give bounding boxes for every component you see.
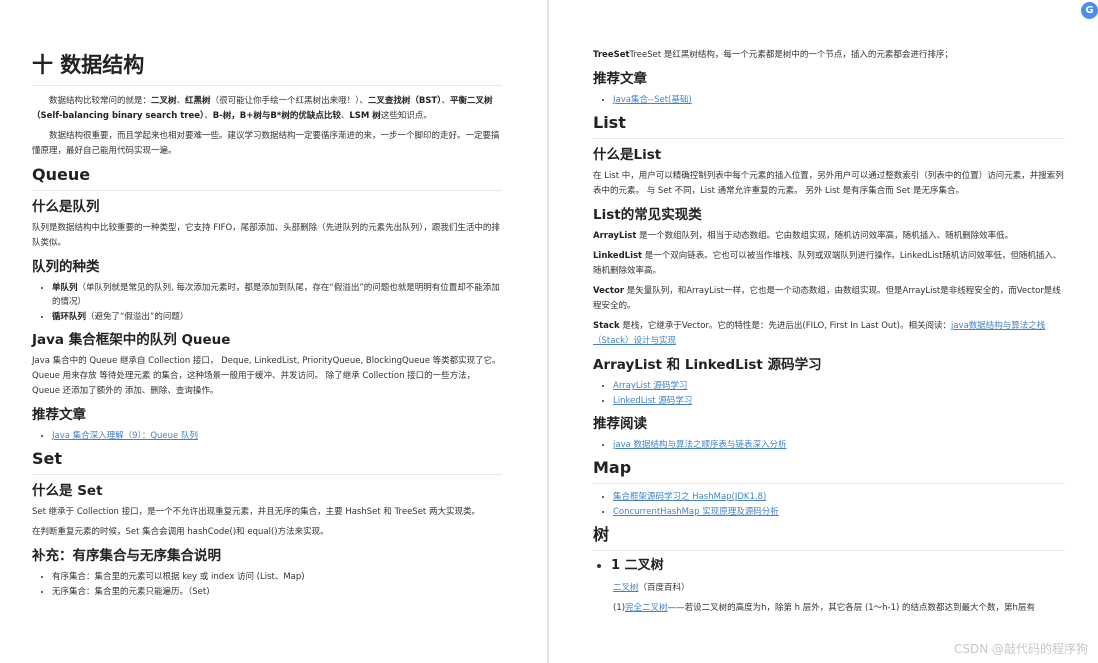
intro-paragraph-2: 数据结构很重要，而且学起来也相对要难一些。建议学习数据结构一定要循序渐进的来，一…	[32, 129, 502, 159]
linkedlist-source-link[interactable]: LinkedList 源码学习	[613, 396, 692, 406]
hashmap-link[interactable]: 集合框架源码学习之 HashMap(JDK1.8)	[613, 492, 766, 502]
list-item: ArrayList 源码学习	[613, 379, 1065, 393]
list-item: 有序集合：集合里的元素可以根据 key 或 index 访问 (List、Map…	[52, 570, 502, 584]
list-read-list: java 数据结构与算法之顺序表与链表深入分析	[613, 438, 1065, 452]
list-item: ConcurrentHashMap 实现原理及源码分析	[613, 505, 1065, 519]
list-item: Java 集合深入理解（9）：Queue 队列	[52, 429, 502, 443]
concurrenthashmap-link[interactable]: ConcurrentHashMap 实现原理及源码分析	[613, 507, 779, 517]
list-item: LinkedList 源码学习	[613, 394, 1065, 408]
list-read-link[interactable]: java 数据结构与算法之顺序表与链表深入分析	[613, 440, 787, 450]
set-recommend-heading: 推荐文章	[593, 69, 1065, 89]
list-item: 无序集合：集合里的元素只能遍历。（Set)	[52, 585, 502, 599]
page-title: 十 数据结构	[32, 50, 502, 86]
list-item: 循环队列（避免了“假溢出”的问题）	[52, 310, 502, 324]
set-supplement-heading: 补充：有序集合与无序集合说明	[32, 546, 502, 566]
list-item: 1 二叉树	[611, 557, 1065, 575]
what-is-queue-text: 队列是数据结构中比较重要的一种类型，它支持 FIFO，尾部添加、头部删除（先进队…	[32, 221, 502, 251]
tree-sub-list: 1 二叉树	[611, 557, 1065, 575]
queue-types-heading: 队列的种类	[32, 257, 502, 277]
linkedlist-text: LinkedList 是一个双向链表。它也可以被当作堆栈、队列或双端队列进行操作…	[593, 249, 1065, 279]
java-queue-text: Java 集合中的 Queue 继承自 Collection 接口， Deque…	[32, 354, 502, 399]
section-set-heading: Set	[32, 448, 502, 475]
section-tree-heading: 树	[593, 524, 1065, 551]
what-is-set-text: Set 继承于 Collection 接口，是一个不允许出现重复元素，并且无序的…	[32, 505, 502, 520]
complete-binary-tree-link[interactable]: 完全二叉树	[625, 603, 668, 613]
left-column: 十 数据结构 数据结构比较常问的就是：二叉树、红黑树（很可能让你手绘一个红黑树出…	[32, 0, 502, 604]
queue-recommend-heading: 推荐文章	[32, 405, 502, 425]
intro-paragraph-1: 数据结构比较常问的就是：二叉树、红黑树（很可能让你手绘一个红黑树出来哦！）、二叉…	[32, 94, 502, 124]
queue-article-link[interactable]: Java 集合深入理解（9）：Queue 队列	[52, 431, 198, 441]
list-item: 单队列（单队列就是常见的队列, 每次添加元素时，都是添加到队尾，存在“假溢出”的…	[52, 281, 502, 309]
arraylist-text: ArrayList 是一个数组队列，相当于动态数组。它由数组实现，随机访问效率高…	[593, 229, 1065, 244]
list-read-heading: 推荐阅读	[593, 414, 1065, 434]
queue-recommend-list: Java 集合深入理解（9）：Queue 队列	[52, 429, 502, 443]
treeset-text: TreeSetTreeSet 是红黑树结构，每一个元素都是树中的一个节点，插入的…	[593, 48, 1065, 63]
java-queue-heading: Java 集合框架中的队列 Queue	[32, 330, 502, 350]
set-article-link[interactable]: Java集合--Set(基础)	[613, 95, 692, 105]
complete-binary-tree-text: (1)完全二叉树——若设二叉树的高度为h，除第 h 层外，其它各层 (1～h-1…	[613, 601, 1065, 616]
list-item: 集合框架源码学习之 HashMap(JDK1.8)	[613, 490, 1065, 504]
set-supplement-list: 有序集合：集合里的元素可以根据 key 或 index 访问 (List、Map…	[52, 570, 502, 599]
list-source-list: ArrayList 源码学习 LinkedList 源码学习	[613, 379, 1065, 408]
vector-text: Vector 是矢量队列，和ArrayList一样，它也是一个动态数组，由数组实…	[593, 284, 1065, 314]
section-queue-heading: Queue	[32, 164, 502, 191]
list-source-heading: ArrayList 和 LinkedList 源码学习	[593, 355, 1065, 375]
section-list-heading: List	[593, 112, 1065, 139]
set-hashcode-text: 在判断重复元素的时候，Set 集合会调用 hashCode()和 equal()…	[32, 525, 502, 540]
queue-types-list: 单队列（单队列就是常见的队列, 每次添加元素时，都是添加到队尾，存在“假溢出”的…	[52, 281, 502, 324]
arraylist-source-link[interactable]: ArrayList 源码学习	[613, 381, 687, 391]
stack-text: Stack 是栈，它继承于Vector。它的特性是：先进后出(FILO, Fir…	[593, 319, 1065, 349]
what-is-queue-heading: 什么是队列	[32, 197, 502, 217]
list-item: java 数据结构与算法之顺序表与链表深入分析	[613, 438, 1065, 452]
assistant-icon[interactable]: G	[1081, 2, 1098, 19]
what-is-list-text: 在 List 中，用户可以精确控制列表中每个元素的插入位置，另外用户可以通过整数…	[593, 169, 1065, 199]
what-is-set-heading: 什么是 Set	[32, 481, 502, 501]
watermark: CSDN @敲代码的程序狗	[954, 640, 1088, 657]
right-page: TreeSetTreeSet 是红黑树结构，每一个元素都是树中的一个节点，插入的…	[549, 0, 1098, 663]
set-recommend-list: Java集合--Set(基础)	[613, 93, 1065, 107]
list-item: Java集合--Set(基础)	[613, 93, 1065, 107]
left-page: 十 数据结构 数据结构比较常问的就是：二叉树、红黑树（很可能让你手绘一个红黑树出…	[0, 0, 547, 663]
list-impl-heading: List的常见实现类	[593, 205, 1065, 225]
binary-tree-ref: 二叉树（百度百科）	[613, 581, 1065, 596]
what-is-list-heading: 什么是List	[593, 145, 1065, 165]
right-column: TreeSetTreeSet 是红黑树结构，每一个元素都是树中的一个节点，插入的…	[593, 0, 1065, 621]
map-links-list: 集合框架源码学习之 HashMap(JDK1.8) ConcurrentHash…	[613, 490, 1065, 519]
binary-tree-link[interactable]: 二叉树	[613, 583, 639, 593]
binary-tree-heading: 1 二叉树	[611, 557, 1065, 575]
section-map-heading: Map	[593, 457, 1065, 484]
